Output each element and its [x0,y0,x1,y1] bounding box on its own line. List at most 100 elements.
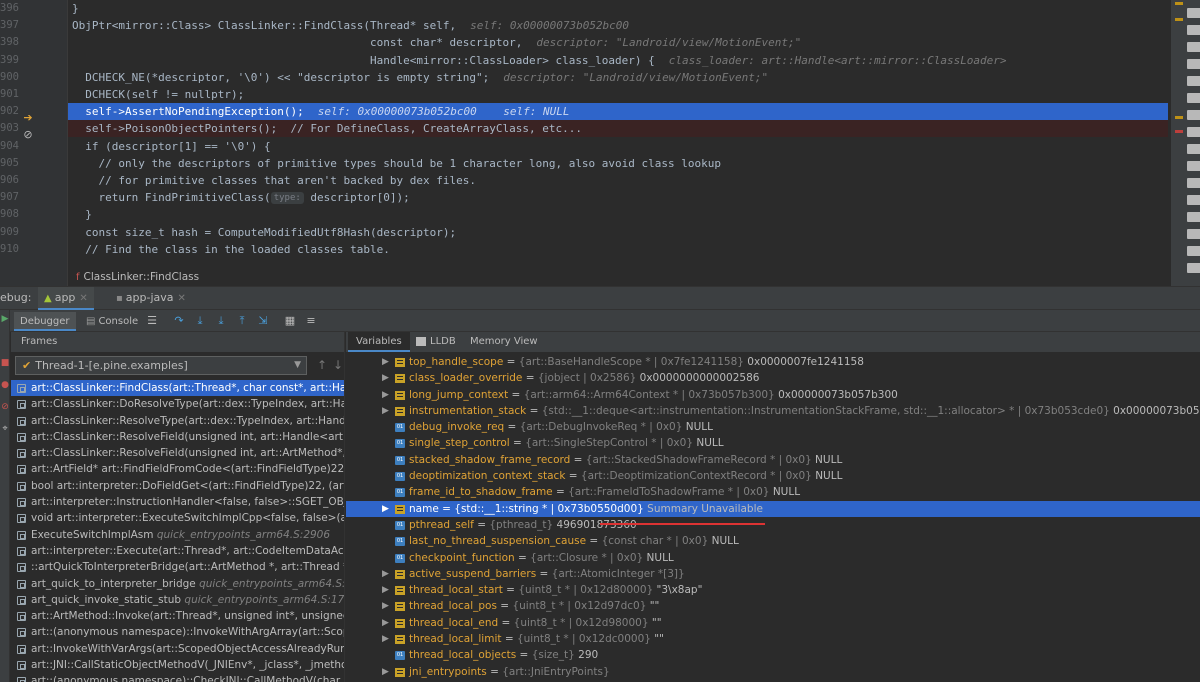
warning-stripe-icon[interactable] [1175,2,1183,5]
variable-row[interactable]: 01 last_no_thread_suspension_cause = {con… [346,533,1200,549]
code-line[interactable]: self->PoisonObjectPointers(); // For Def… [68,120,1168,138]
folder-icon[interactable] [1187,127,1200,137]
run-to-cursor-icon[interactable]: ⇲ [255,313,271,329]
expand-arrow-icon[interactable]: ▶ [382,501,389,517]
variable-row[interactable]: 01 debug_invoke_req = {art::DebugInvokeRe… [346,419,1200,435]
expand-arrow-icon[interactable]: ▶ [382,631,389,647]
tab-console[interactable]: ▤ Console [80,312,144,331]
code-line[interactable]: return FindPrimitiveClass(type: descript… [68,189,1168,206]
code-line[interactable]: const char* descriptor, descriptor: "Land… [68,34,1168,51]
folder-icon[interactable] [1187,110,1200,120]
folder-icon[interactable] [1187,246,1200,256]
stack-frame[interactable]: art_quick_to_interpreter_bridge quick_en… [11,576,344,592]
variable-row[interactable]: 01 single_step_control = {art::SingleStep… [346,435,1200,451]
stack-frame[interactable]: art::ArtField* art::FindFieldFromCode<(a… [11,461,344,477]
error-stripe-icon[interactable] [1175,130,1183,133]
code-line[interactable]: Handle<mirror::ClassLoader> class_loader… [68,52,1168,69]
run-tab-app[interactable]: ▲ app ✕ [38,287,94,310]
tab-variables[interactable]: Variables [348,332,410,352]
tab-debugger[interactable]: Debugger [14,312,76,331]
code-line[interactable]: // for primitive classes that aren't bac… [68,172,1168,189]
variable-row[interactable]: 01 frame_id_to_shadow_frame = {art::Frame… [346,484,1200,500]
editor-gutter[interactable]: ➔ ⊘ 396 397 398 399 900 901 902 903 904 905 906 907… [0,0,68,286]
code-line[interactable]: DCHECK_NE(*descriptor, '\0') << "descrip… [68,69,1168,86]
expand-arrow-icon[interactable]: ▶ [382,387,389,403]
breadcrumb[interactable]: f ClassLinker::FindClass [68,268,199,286]
expand-arrow-icon[interactable]: ▶ [382,370,389,386]
code-area[interactable]: } ObjPtr<mirror::Class> ClassLinker::Find… [68,0,1168,286]
variable-row[interactable]: ▶ thread_local_start = {uint8_t * | 0x12d… [346,582,1200,598]
variable-row[interactable]: ▶ top_handle_scope = {art::BaseHandleScop… [346,354,1200,370]
variable-row[interactable]: ▶ name = {std::__1::string * | 0x73b0550d… [346,500,1200,517]
stack-frame[interactable]: art::InvokeWithVarArgs(art::ScopedObject… [11,641,344,657]
evaluate-expression-icon[interactable]: ▦ [282,313,298,329]
next-frame-arrow-icon[interactable]: ↓ [331,358,344,374]
expand-arrow-icon[interactable]: ▶ [382,566,389,582]
code-line[interactable]: const size_t hash = ComputeModifiedUtf8H… [68,224,1168,241]
close-icon[interactable]: ✕ [178,293,186,304]
variable-row[interactable]: ▶ thread_local_pos = {uint8_t * | 0x12d97… [346,598,1200,614]
stack-frame[interactable]: bool art::interpreter::DoFieldGet<(art::… [11,478,344,494]
stack-frame[interactable]: ::artQuickToInterpreterBridge(art::ArtMe… [11,559,344,575]
folder-icon[interactable] [1187,229,1200,239]
step-into-icon[interactable]: ⤓ [192,313,208,329]
variable-row[interactable]: ▶ instrumentation_stack = {std::__1::dequ… [346,403,1200,419]
stack-frame[interactable]: art::ClassLinker::ResolveType(art::dex::… [11,413,344,429]
stack-frame[interactable]: art::(anonymous namespace)::CheckJNI::Ca… [11,673,344,682]
close-icon[interactable]: ✕ [79,293,87,304]
folder-icon[interactable] [1187,263,1200,273]
menu-icon[interactable]: ☰ [144,313,160,329]
warning-stripe-icon[interactable] [1175,116,1183,119]
folder-icon[interactable] [1187,178,1200,188]
code-editor[interactable]: ➔ ⊘ 396 397 398 399 900 901 902 903 904 905 906 907… [0,0,1200,286]
variable-row[interactable]: 01 deoptimization_context_stack = {art::D… [346,468,1200,484]
code-line[interactable]: } [68,0,1168,17]
folder-icon[interactable] [1187,161,1200,171]
stack-frame[interactable]: art::ClassLinker::ResolveField(unsigned … [11,429,344,445]
previous-frame-arrow-icon[interactable]: ↑ [315,358,329,374]
variable-row[interactable]: 01 stacked_shadow_frame_record = {art::St… [346,452,1200,468]
resume-icon[interactable]: ▶ [0,314,10,324]
variable-row[interactable]: ▶ long_jump_context = {art::arm64::Arm64C… [346,387,1200,403]
step-out-icon[interactable]: ⤒ [234,313,250,329]
force-step-into-icon[interactable]: ⤓ [213,313,229,329]
variable-tree[interactable]: ▶ top_handle_scope = {art::BaseHandleScop… [346,354,1200,680]
tab-lldb[interactable]: LLDB [408,332,464,352]
folder-icon[interactable] [1187,59,1200,69]
variable-row[interactable]: ▶ thread_local_limit = {uint8_t * | 0x12d… [346,631,1200,647]
code-line[interactable]: if (descriptor[1] == '\0') { [68,138,1168,155]
stack-frame[interactable]: art::interpreter::Execute(art::Thread*, … [11,543,344,559]
variable-row[interactable]: ▶ jni_entrypoints = {art::JniEntryPoints} [346,664,1200,680]
code-line[interactable]: // only the descriptors of primitive typ… [68,155,1168,172]
mute-breakpoints-icon[interactable]: ⊘ [0,402,10,412]
folder-icon[interactable] [1187,195,1200,205]
project-sidebar-strip[interactable] [1170,0,1200,286]
expand-arrow-icon[interactable]: ▶ [382,598,389,614]
stack-frame[interactable]: void art::interpreter::ExecuteSwitchImpl… [11,510,344,526]
folder-icon[interactable] [1187,212,1200,222]
variable-row[interactable]: ▶ active_suspend_barriers = {art::AtomicI… [346,566,1200,582]
variable-row[interactable]: ▶ thread_local_end = {uint8_t * | 0x12d98… [346,615,1200,631]
code-line[interactable]: } [68,206,1168,223]
stack-frame[interactable]: art::JNI::CallStaticObjectMethodV(_JNIEn… [11,657,344,673]
stack-frame[interactable]: art::(anonymous namespace)::InvokeWithAr… [11,624,344,640]
run-tab-app-java[interactable]: ▪ app-java ✕ [110,287,192,310]
settings-icon[interactable]: ≡ [303,313,319,329]
stack-frame[interactable]: art::ArtMethod::Invoke(art::Thread*, uns… [11,608,344,624]
view-breakpoints-icon[interactable]: ● [0,380,10,390]
variable-row[interactable]: 01 checkpoint_function = {art::Closure * … [346,550,1200,566]
expand-arrow-icon[interactable]: ▶ [382,664,389,680]
code-line[interactable]: DCHECK(self != nullptr); [68,86,1168,103]
variable-row[interactable]: 01 pthread_self = {pthread_t} 49690187336… [346,517,1200,533]
stack-frame[interactable]: ExecuteSwitchImplAsm quick_entrypoints_a… [11,527,344,543]
tab-memory-view[interactable]: Memory View [462,332,546,352]
expand-arrow-icon[interactable]: ▶ [382,403,389,419]
step-over-icon[interactable]: ↷ [171,313,187,329]
variable-row[interactable]: ▶ class_loader_override = {jobject | 0x25… [346,370,1200,386]
stack-frame[interactable]: art::ClassLinker::FindClass(art::Thread*… [11,380,344,397]
thread-selector[interactable]: ✔ Thread-1-[e.pine.examples] ▼ [15,356,307,375]
stack-frame[interactable]: art::ClassLinker::ResolveField(unsigned … [11,445,344,461]
code-line[interactable]: self->AssertNoPendingException(); self: 0… [68,103,1168,121]
code-line[interactable]: ObjPtr<mirror::Class> ClassLinker::FindC… [68,17,1168,34]
pin-icon[interactable]: ⌖ [0,424,10,434]
